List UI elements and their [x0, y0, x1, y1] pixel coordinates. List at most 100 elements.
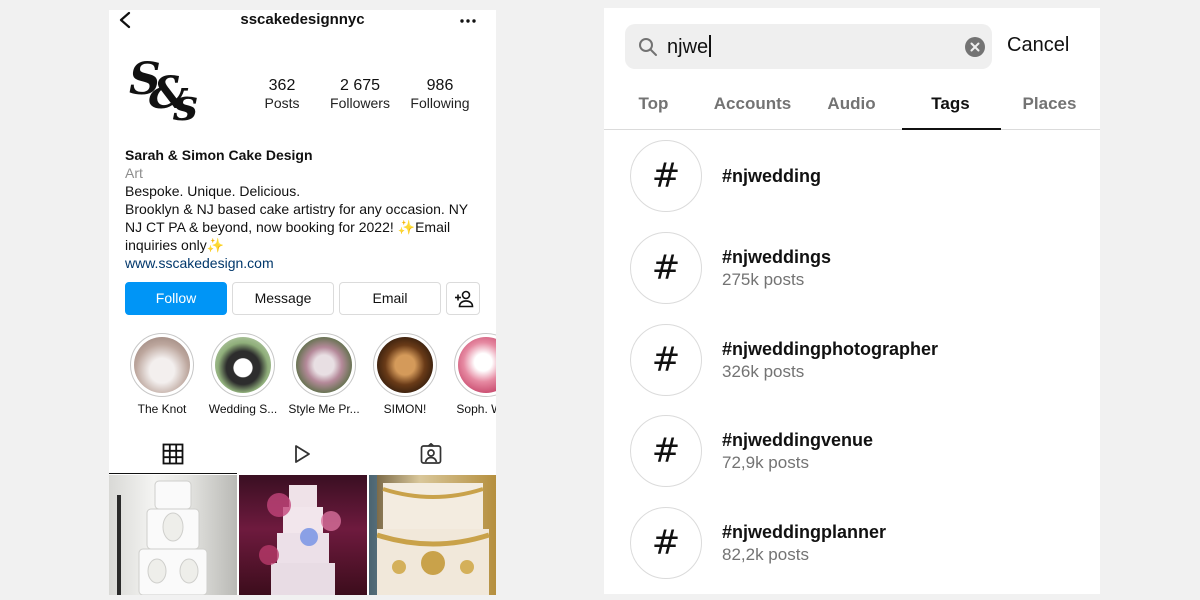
bio-category: Art — [125, 165, 143, 181]
white-cake-image — [117, 480, 208, 595]
highlight-ring — [292, 333, 356, 397]
highlight-ring — [130, 333, 194, 397]
cancel-button[interactable]: Cancel — [1007, 34, 1069, 57]
hashtag-icon: # — [630, 324, 702, 396]
stat-following-label: Following — [410, 95, 470, 111]
hashtag-symbol: # — [651, 156, 681, 196]
story-highlights: The Knot Wedding S... Style Me Pr... SIM… — [121, 333, 496, 416]
hashtag-icon: # — [630, 232, 702, 304]
profile-content-tabs — [109, 438, 496, 474]
tag-result-item[interactable]: # #njweddingplanner 82,2k posts — [604, 507, 1100, 587]
hashtag-symbol: # — [651, 431, 681, 471]
tag-post-count: 326k posts — [722, 362, 805, 381]
highlight-soph-wed[interactable]: Soph. Wed — [445, 333, 496, 416]
post-thumbnail[interactable] — [369, 475, 496, 595]
more-options-icon[interactable] — [460, 19, 476, 23]
profile-username: sscakedesignnyc — [240, 11, 365, 28]
tab-top[interactable]: Top — [604, 94, 703, 114]
stat-followers[interactable]: 2 675 Followers — [321, 76, 399, 112]
tag-result-item[interactable]: # #njwedding — [604, 140, 1100, 220]
logo-letter-s2: s — [173, 80, 198, 131]
stat-following[interactable]: 986 Following — [401, 76, 479, 112]
tab-tagged[interactable] — [367, 438, 495, 474]
search-query: njwe — [667, 36, 709, 58]
bio-line-2: Brooklyn & NJ based cake artistry for an… — [125, 201, 469, 217]
tag-post-count: 275k posts — [722, 270, 805, 289]
profile-logo[interactable]: S & s — [125, 54, 211, 131]
tab-reels[interactable] — [238, 438, 366, 474]
tagged-person-icon — [420, 443, 442, 464]
highlight-ring — [454, 333, 496, 397]
bio-line-3-text: NJ CT PA & beyond, now booking for 2022! — [125, 219, 398, 235]
tag-name: #njwedding — [722, 166, 821, 186]
highlight-label: Style Me Pr... — [288, 402, 360, 416]
stat-posts-value: 362 — [268, 77, 296, 94]
stat-following-value: 986 — [426, 77, 454, 94]
bio-line-3: NJ CT PA & beyond, now booking for 2022!… — [125, 218, 485, 236]
play-icon — [295, 445, 310, 463]
highlight-wedding-s[interactable]: Wedding S... — [202, 333, 284, 416]
hashtag-icon: # — [630, 140, 702, 212]
clear-icon[interactable] — [965, 37, 985, 57]
hashtag-symbol: # — [651, 523, 681, 563]
tag-result-item[interactable]: # #njweddings 275k posts — [604, 232, 1100, 312]
hashtag-icon: # — [630, 507, 702, 579]
follow-button[interactable]: Follow — [125, 282, 227, 315]
post-thumbnail[interactable] — [109, 475, 237, 595]
stat-posts[interactable]: 362 Posts — [243, 76, 321, 112]
tab-places[interactable]: Places — [1000, 94, 1099, 114]
highlight-thumbnail — [134, 337, 190, 393]
highlight-thumbnail — [296, 337, 352, 393]
bio-website-link[interactable]: www.sscakedesign.com — [125, 254, 485, 272]
highlight-label: Soph. Wed — [456, 402, 496, 416]
post-thumbnail[interactable] — [239, 475, 367, 595]
profile-actions: Follow Message Email — [125, 282, 480, 315]
bio-line-4-text: inquiries only — [125, 237, 207, 253]
highlight-simon[interactable]: SIMON! — [364, 333, 446, 416]
highlight-label: Wedding S... — [208, 402, 278, 416]
bio-line-3-end: Email — [415, 219, 451, 235]
profile-header: sscakedesignnyc — [109, 10, 496, 32]
tag-result-item[interactable]: # #njweddingvenue 72,9k posts — [604, 415, 1100, 495]
grid-icon — [162, 443, 184, 465]
tag-name: #njweddingvenue — [722, 430, 874, 450]
posts-grid — [109, 475, 496, 595]
tag-name: #njweddingphotographer — [722, 339, 938, 359]
search-query-text: njwe — [667, 35, 712, 59]
add-user-icon — [455, 290, 474, 308]
hashtag-symbol: # — [651, 248, 681, 288]
highlight-label: The Knot — [137, 402, 187, 416]
tag-post-count: 72,9k posts — [722, 453, 809, 472]
bio-name: Sarah & Simon Cake Design — [125, 147, 313, 163]
hashtag-symbol: # — [651, 340, 681, 380]
message-button[interactable]: Message — [232, 282, 334, 315]
tag-name: #njweddingplanner — [722, 522, 887, 542]
floral-cake-image — [259, 485, 341, 595]
email-button[interactable]: Email — [339, 282, 441, 315]
tab-accounts[interactable]: Accounts — [703, 94, 802, 114]
highlight-style-me-pretty[interactable]: Style Me Pr... — [283, 333, 365, 416]
tab-audio[interactable]: Audio — [802, 94, 901, 114]
highlight-the-knot[interactable]: The Knot — [121, 333, 203, 416]
stat-followers-value: 2 675 — [339, 77, 381, 94]
active-tab-indicator — [902, 128, 1001, 130]
tab-tags[interactable]: Tags — [901, 94, 1000, 114]
sparkle-emoji-2: ✨ — [206, 237, 225, 253]
tag-result-item[interactable]: # #njweddingphotographer 326k posts — [604, 324, 1100, 404]
highlight-thumbnail — [458, 337, 496, 393]
sparkle-emoji: ✨ — [397, 219, 416, 235]
stat-posts-label: Posts — [264, 95, 300, 111]
suggested-users-button[interactable] — [446, 282, 480, 315]
search-icon — [639, 38, 657, 56]
profile-panel: sscakedesignnyc S & s 362 Posts 2 675 Fo… — [109, 10, 496, 595]
highlight-ring — [211, 333, 275, 397]
highlight-ring — [373, 333, 437, 397]
tab-posts-grid[interactable] — [109, 438, 237, 474]
highlight-thumbnail — [377, 337, 433, 393]
profile-bio: Sarah & Simon Cake Design Art Bespoke. U… — [125, 146, 485, 272]
highlight-thumbnail — [215, 337, 271, 393]
bio-line-1: Bespoke. Unique. Delicious. — [125, 183, 301, 199]
search-input[interactable]: njwe — [625, 24, 992, 69]
tag-name: #njweddings — [722, 247, 832, 267]
text-caret — [709, 35, 712, 57]
